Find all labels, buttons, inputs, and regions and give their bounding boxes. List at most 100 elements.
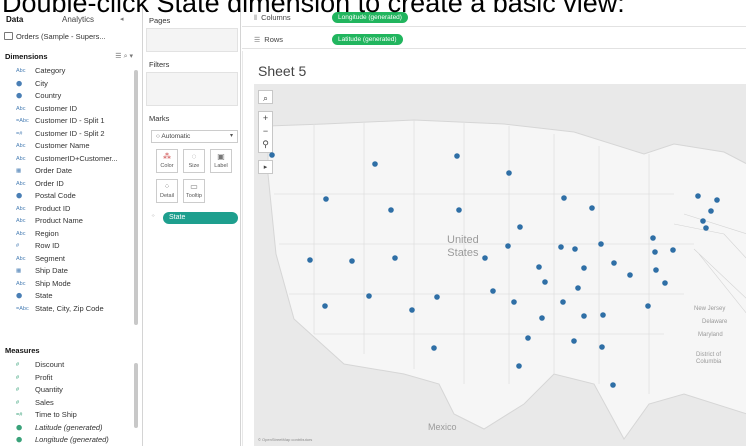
field-name: Longitude (generated) xyxy=(35,435,109,444)
field-name: Time to Ship xyxy=(35,410,77,419)
field-type-icon: Abc xyxy=(16,280,26,287)
field-type-icon: Abc xyxy=(16,68,26,74)
mark-type-dropdown[interactable]: ○ Automatic ▾ xyxy=(151,130,238,143)
field-type-icon: Abc xyxy=(16,143,26,149)
field-type-icon: ⬤ xyxy=(16,93,23,99)
field-item[interactable]: Abc Product Name xyxy=(0,215,132,228)
field-item[interactable]: ⬤ Country xyxy=(0,90,132,103)
field-item[interactable]: Abc Category xyxy=(0,65,132,78)
field-name: Region xyxy=(35,228,59,238)
field-item[interactable]: ⬤ Latitude (generated) xyxy=(0,422,132,435)
field-name: Ship Mode xyxy=(35,278,71,288)
zoom-controls: + − ⚲ xyxy=(258,111,273,153)
label-icon: ▣ xyxy=(217,152,225,161)
field-item[interactable]: =# Customer ID - Split 2 xyxy=(0,128,132,141)
field-item[interactable]: Abc Ship Mode xyxy=(0,278,132,291)
field-name: Order Date xyxy=(35,166,73,175)
field-item[interactable]: # Discount xyxy=(0,359,132,372)
field-item[interactable]: Abc Region xyxy=(0,228,132,241)
place-label: New Jersey xyxy=(694,306,726,312)
tooltip-icon: ▭ xyxy=(190,182,198,191)
field-name: Customer Name xyxy=(35,141,90,150)
field-type-icon: ⬤ xyxy=(16,437,23,443)
field-item[interactable]: =# Time to Ship xyxy=(0,409,132,422)
field-type-icon: ⬤ xyxy=(16,424,23,431)
field-name: Postal Code xyxy=(35,191,76,200)
pin-icon[interactable]: ⚲ xyxy=(259,138,272,151)
country-label-line2: States xyxy=(447,247,479,259)
field-type-icon: Abc xyxy=(16,155,26,162)
field-type-icon: Abc xyxy=(16,180,26,187)
zoom-in-button[interactable]: + xyxy=(259,112,272,125)
map-attribution: © OpenStreetMap contributors xyxy=(258,437,313,442)
detail-field-icon: ⁘ xyxy=(151,213,156,219)
rows-shelf[interactable]: ☰ Rows Latitude (generated) xyxy=(242,31,746,49)
field-item[interactable]: ▦ Ship Date xyxy=(0,265,132,278)
field-type-icon: # xyxy=(16,243,20,249)
field-item[interactable]: Abc Customer ID xyxy=(0,103,132,116)
field-name: Customer ID - Split 1 xyxy=(35,116,105,125)
field-item[interactable]: Abc Customer Name xyxy=(0,140,132,153)
field-item[interactable]: # Sales xyxy=(0,397,132,410)
filters-shelf[interactable] xyxy=(146,72,238,106)
sheet-title[interactable]: Sheet 5 xyxy=(258,63,306,79)
field-type-icon: # xyxy=(16,374,20,381)
pane-controls[interactable]: ☰⌕▾ xyxy=(115,50,135,64)
field-item[interactable]: ⬤ State xyxy=(0,290,132,303)
detail-button[interactable]: ⁘ Detail xyxy=(156,179,178,203)
label-button[interactable]: ▣ Label xyxy=(210,149,232,173)
label-label: Label xyxy=(214,163,228,169)
field-item[interactable]: ⬤ Postal Code xyxy=(0,190,132,203)
dropdown-icon[interactable]: ▾ xyxy=(129,53,135,60)
field-item[interactable]: Abc Product ID xyxy=(0,203,132,216)
field-type-icon: =Abc xyxy=(16,305,29,312)
search-icon: ⌕ xyxy=(262,93,269,103)
search-map-button[interactable]: ⌕ xyxy=(258,90,273,104)
field-item[interactable]: Abc Segment xyxy=(0,253,132,266)
field-name: Order ID xyxy=(35,178,64,188)
field-name: Quantity xyxy=(35,385,63,394)
field-name: Ship Date xyxy=(35,266,68,275)
rows-icon: ☰ xyxy=(254,37,261,44)
size-button[interactable]: ◌ Size xyxy=(183,149,205,173)
field-type-icon: =Abc xyxy=(16,118,29,124)
measures-header: Measures xyxy=(0,344,142,358)
field-item[interactable]: Abc CustomerID+Customer... xyxy=(0,153,132,166)
country-label-us: United States xyxy=(447,234,479,260)
latitude-pill[interactable]: Latitude (generated) xyxy=(332,34,403,45)
place-label: Maryland xyxy=(698,332,723,338)
chevron-down-icon: ▾ xyxy=(229,133,233,139)
filters-card-title: Filters xyxy=(149,60,170,69)
zoom-out-button[interactable]: − xyxy=(259,125,272,138)
field-name: Segment xyxy=(35,253,66,263)
tooltip-button[interactable]: ▭ Tooltip xyxy=(183,179,205,203)
list-view-icon[interactable]: ☰ xyxy=(115,53,123,60)
field-type-icon: # xyxy=(16,387,20,393)
country-label-mexico: Mexico xyxy=(428,422,457,432)
map-view[interactable]: ⌕ + − ⚲ ▸ United States Mexico New Jersey… xyxy=(254,84,746,446)
color-icon: ⁂ xyxy=(163,152,171,161)
field-item[interactable]: Abc Order ID xyxy=(0,178,132,191)
data-source[interactable]: Orders (Sample - Supers... xyxy=(4,30,138,44)
field-name: Customer ID - Split 2 xyxy=(35,128,105,138)
field-item[interactable]: =Abc Customer ID - Split 1 xyxy=(0,115,132,128)
field-type-icon: Abc xyxy=(16,218,26,224)
dimensions-scrollbar[interactable] xyxy=(134,70,138,325)
field-item[interactable]: # Row ID xyxy=(0,240,132,253)
field-name: Customer ID xyxy=(35,103,78,113)
field-item[interactable]: ⬤ Longitude (generated) xyxy=(0,434,132,446)
field-item[interactable]: ⬤ City xyxy=(0,78,132,91)
pages-shelf[interactable] xyxy=(146,28,238,52)
state-detail-pill[interactable]: State xyxy=(163,212,238,224)
field-item[interactable]: # Quantity xyxy=(0,384,132,397)
field-type-icon: ⬤ xyxy=(16,293,23,299)
field-name: Latitude (generated) xyxy=(35,422,103,432)
field-item[interactable]: ▦ Order Date xyxy=(0,165,132,178)
measures-scrollbar[interactable] xyxy=(134,363,138,428)
map-toolbar-expand[interactable]: ▸ xyxy=(258,160,273,174)
color-button[interactable]: ⁂ Color xyxy=(156,149,178,173)
data-pane: Data Analytics ◂ Orders (Sample - Supers… xyxy=(0,8,143,446)
field-item[interactable]: =Abc State, City, Zip Code xyxy=(0,303,132,316)
field-item[interactable]: # Profit xyxy=(0,372,132,385)
field-type-icon: ▦ xyxy=(16,168,22,174)
